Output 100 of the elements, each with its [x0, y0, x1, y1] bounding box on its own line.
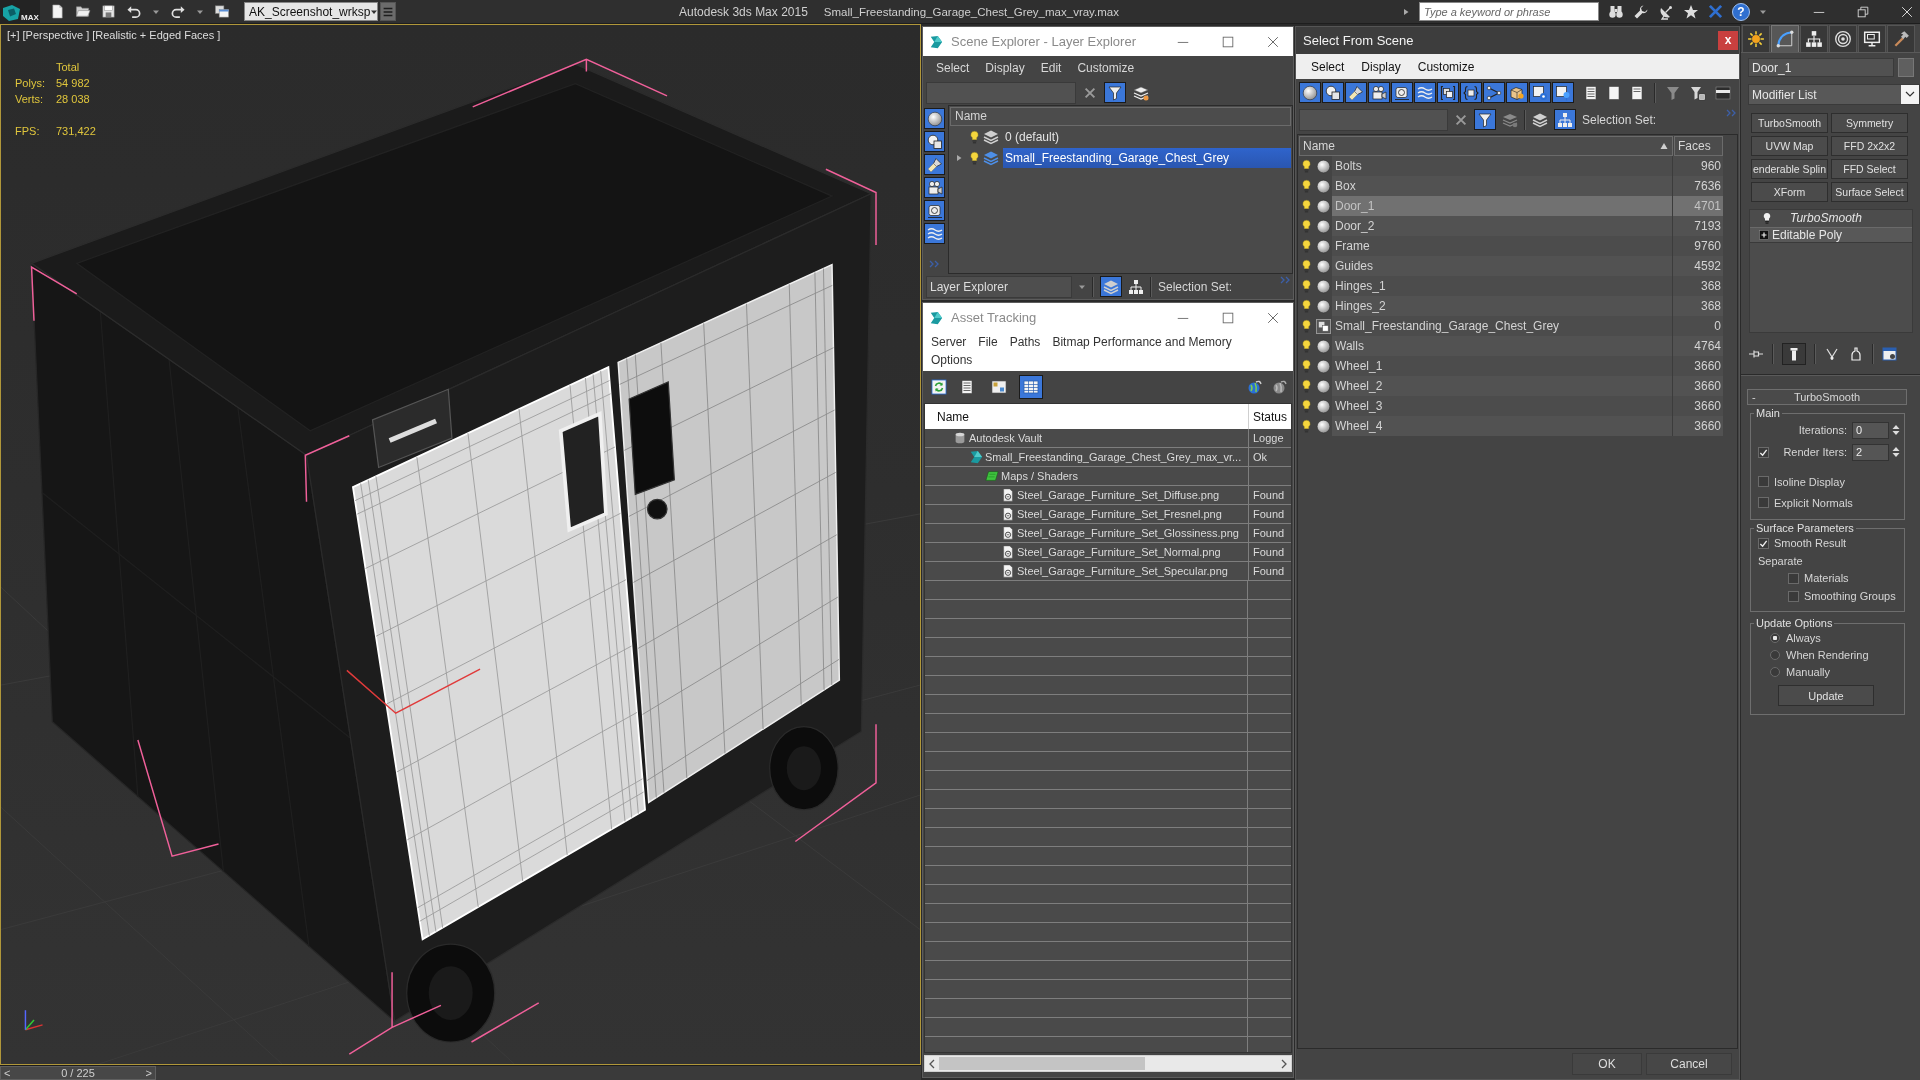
table-row[interactable]: Walls 4764: [1332, 336, 1723, 356]
funnel-icon[interactable]: [1665, 84, 1681, 101]
refresh-icon[interactable]: [931, 379, 947, 395]
lightbulb-icon[interactable]: [970, 129, 979, 145]
undo-icon[interactable]: [126, 4, 142, 19]
panel-tab[interactable]: [1887, 25, 1915, 52]
display-filter-button[interactable]: [924, 108, 945, 129]
table-row[interactable]: Guides 4592: [1332, 256, 1723, 276]
lightbulb-icon[interactable]: [1302, 338, 1311, 354]
binoculars-icon[interactable]: [1608, 3, 1624, 20]
table-row[interactable]: Bolts 960: [1332, 156, 1723, 176]
menu-item[interactable]: Bitmap Performance and Memory: [1052, 335, 1232, 349]
lightbulb-icon[interactable]: [1302, 158, 1311, 174]
restore-icon[interactable]: [1856, 4, 1870, 19]
lightbulb-icon[interactable]: [1302, 298, 1311, 314]
viewport[interactable]: [+] [Perspective ] [Realistic + Edged Faces ] Total Polys: 54 982 Verts: 28 038 FPS: 731,422: [0, 24, 921, 1065]
filter-toggle-button[interactable]: [1104, 82, 1126, 103]
table-row[interactable]: Hinges_1 368: [1332, 276, 1723, 296]
menu-item[interactable]: Customize: [1417, 59, 1475, 74]
close-icon[interactable]: [1266, 34, 1280, 49]
spinner-field[interactable]: 0: [1852, 421, 1889, 439]
stack-item[interactable]: TurboSmooth: [1750, 210, 1912, 226]
update-button[interactable]: Update: [1778, 685, 1874, 706]
modifier-button[interactable]: Symmetry: [1831, 113, 1908, 133]
display-filter-button[interactable]: [1391, 82, 1413, 103]
rollout-header[interactable]: - TurboSmooth: [1747, 389, 1907, 405]
table-row[interactable]: Wheel_4 3660: [1332, 416, 1723, 436]
show-end-result-button[interactable]: [1782, 342, 1806, 365]
view-mode-button[interactable]: [1019, 375, 1043, 399]
display-filter-button[interactable]: [1414, 82, 1436, 103]
lightbulb-icon[interactable]: [1302, 238, 1311, 254]
clear-icon[interactable]: [1454, 112, 1468, 127]
layer-view-button[interactable]: [1100, 276, 1122, 297]
checkbox[interactable]: [1758, 497, 1769, 508]
modifier-list-dropdown[interactable]: Modifier List: [1748, 84, 1920, 105]
satellite-dish-icon[interactable]: [1658, 3, 1674, 20]
menu-item[interactable]: Select: [1311, 59, 1345, 74]
column-header[interactable]: Name: [1299, 136, 1673, 156]
menu-item[interactable]: Edit: [1040, 61, 1062, 75]
lightbulb-icon[interactable]: [1302, 198, 1311, 214]
lightbulb-icon[interactable]: [1302, 218, 1311, 234]
panel-tab[interactable]: [1742, 25, 1770, 52]
close-icon[interactable]: [1266, 310, 1280, 325]
display-filter-button[interactable]: [924, 131, 945, 152]
application-button[interactable]: MAX: [0, 0, 40, 24]
filter-toggle-button[interactable]: [1474, 109, 1496, 130]
layer-name[interactable]: Small_Freestanding_Garage_Chest_Grey: [1003, 148, 1291, 168]
display-filter-button[interactable]: [1322, 82, 1344, 103]
clear-icon[interactable]: [1083, 85, 1097, 100]
modifier-button[interactable]: XForm: [1751, 182, 1828, 202]
display-filter-button[interactable]: [924, 200, 945, 221]
table-row[interactable]: Wheel_1 3660: [1332, 356, 1723, 376]
caret-right-icon[interactable]: [955, 154, 963, 162]
time-slider-track[interactable]: < 0 / 225 >: [0, 1065, 921, 1080]
column-header[interactable]: Faces: [1674, 136, 1723, 156]
redo-icon[interactable]: [170, 4, 186, 19]
maximize-icon[interactable]: [1221, 34, 1235, 49]
globe-icon[interactable]: [1247, 379, 1263, 395]
viewport-menu-label[interactable]: [+]: [7, 29, 20, 41]
lightbulb-icon[interactable]: [1302, 378, 1311, 394]
horizontal-scrollbar[interactable]: [924, 1055, 1292, 1072]
globe-icon[interactable]: [1272, 379, 1288, 395]
menu-item[interactable]: Paths: [1009, 335, 1041, 349]
table-row[interactable]: Door_2 7193: [1332, 216, 1723, 236]
blank-page-icon[interactable]: [1606, 84, 1622, 101]
checkbox[interactable]: [1758, 446, 1769, 458]
modifier-button[interactable]: FFD Select: [1831, 159, 1908, 179]
layers-icon[interactable]: [1532, 111, 1548, 128]
lightbulb-icon[interactable]: [970, 150, 979, 166]
hierarchy-toggle-button[interactable]: [1554, 109, 1576, 130]
viewport-menu-label[interactable]: [Realistic + Edged Faces ]: [92, 29, 221, 41]
menu-item[interactable]: Options: [931, 353, 973, 367]
menu-item[interactable]: File: [978, 335, 998, 349]
stack-item[interactable]: Editable Poly: [1750, 227, 1912, 243]
x-icon[interactable]: [1708, 4, 1723, 19]
lightbulb-icon[interactable]: [1302, 358, 1311, 374]
radio-button[interactable]: [1770, 666, 1780, 677]
lightbulb-icon[interactable]: [1302, 418, 1311, 434]
checkbox[interactable]: [1758, 537, 1769, 549]
layer-name[interactable]: 0 (default): [1003, 127, 1291, 147]
next-frame-button[interactable]: >: [142, 1067, 155, 1079]
panel-tab[interactable]: [1829, 25, 1857, 52]
caret-right-icon[interactable]: [1402, 7, 1410, 16]
menu-item[interactable]: Customize: [1077, 61, 1135, 75]
save-icon[interactable]: [101, 4, 116, 19]
lined-page-icon[interactable]: [1583, 84, 1599, 101]
scroll-right-icon[interactable]: [1280, 1058, 1288, 1069]
menu-item[interactable]: Select: [936, 61, 970, 75]
close-icon[interactable]: [1900, 4, 1914, 19]
jar-icon[interactable]: [1848, 345, 1864, 362]
display-filter-button[interactable]: [1299, 82, 1321, 103]
column-header[interactable]: Name: [950, 107, 1291, 126]
layers-dot-icon[interactable]: [1502, 111, 1518, 128]
modifier-button[interactable]: Surface Select: [1831, 182, 1908, 202]
maximize-icon[interactable]: [1221, 310, 1235, 325]
checkbox[interactable]: [1788, 572, 1799, 584]
menu-item[interactable]: Display: [985, 61, 1025, 75]
modifier-button[interactable]: TurboSmooth: [1751, 113, 1828, 133]
menu-item[interactable]: Server: [931, 335, 967, 349]
display-filter-button[interactable]: [1345, 82, 1367, 103]
